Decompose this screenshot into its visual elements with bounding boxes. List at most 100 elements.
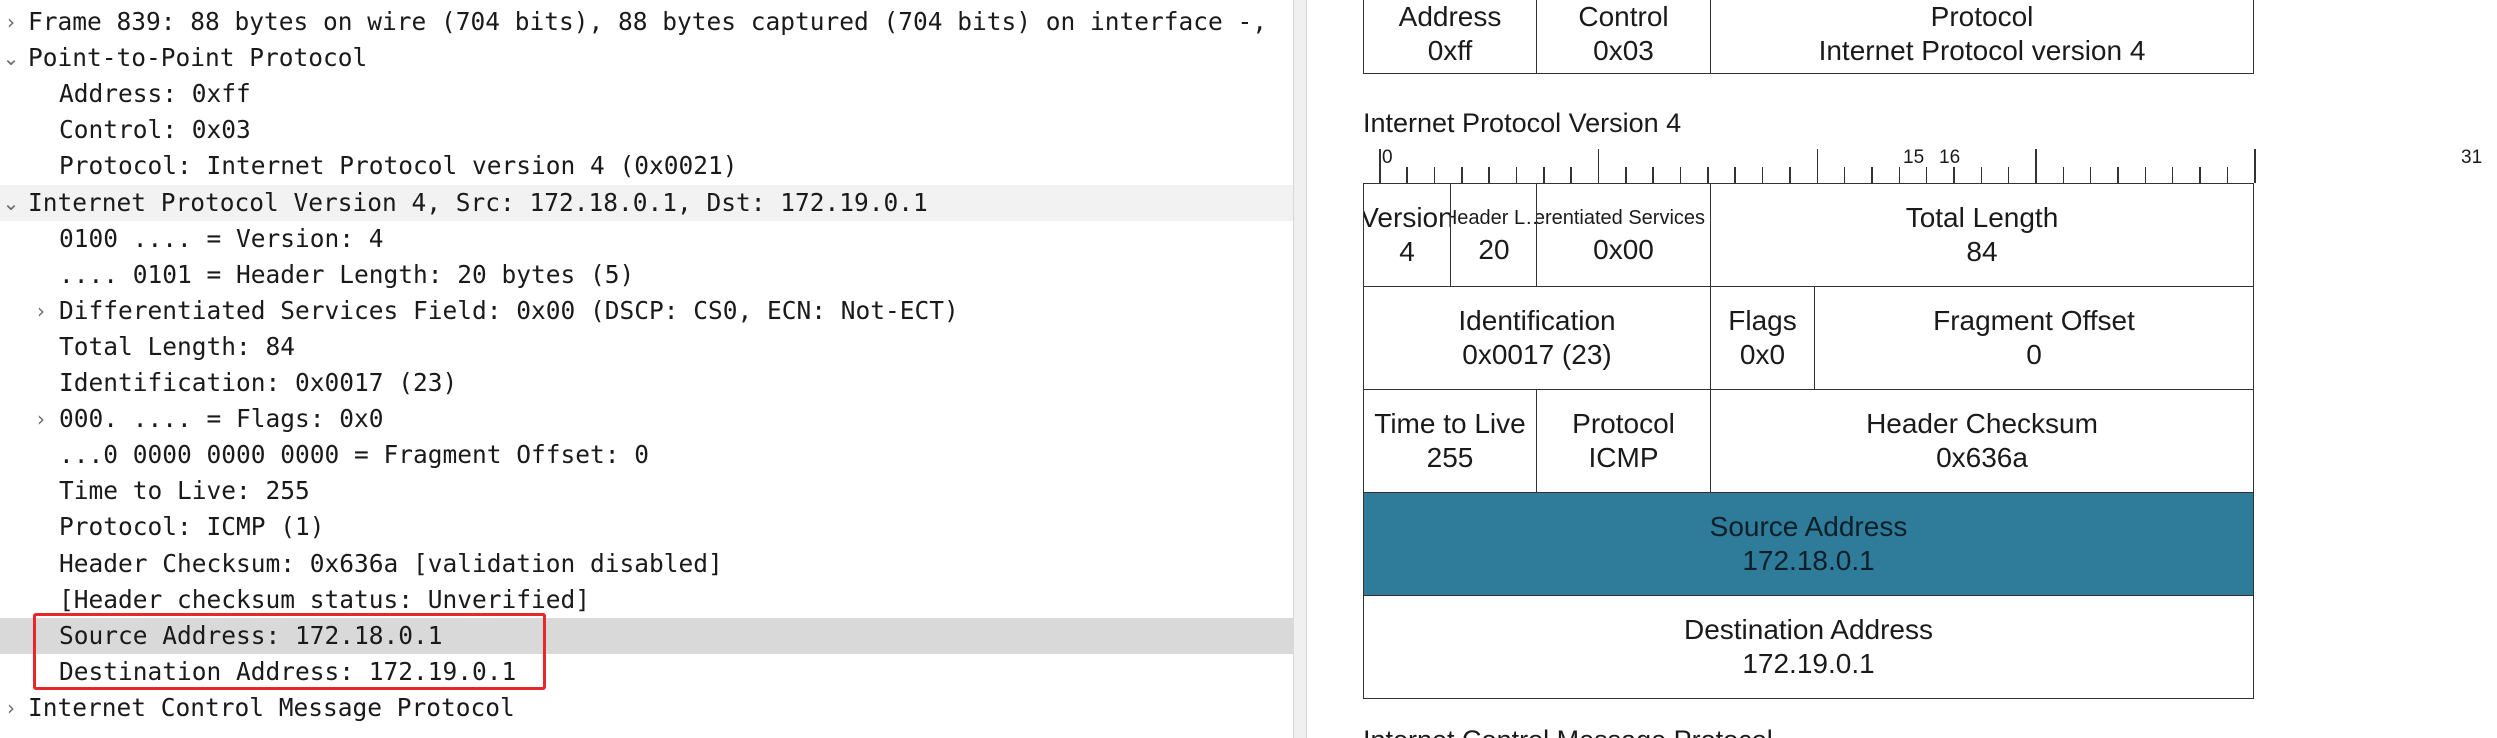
ruler-tick: [2254, 149, 2256, 183]
ruler-tick: [1761, 167, 1764, 183]
ip-field-protocol[interactable]: Protocol ICMP: [1536, 389, 1711, 493]
ruler-tick: [2035, 149, 2037, 183]
tree-row[interactable]: › 000. .... = Flags: 0x0: [0, 401, 1293, 437]
tree-row[interactable]: Address: 0xff: [0, 76, 1293, 112]
tree-row-label: Source Address: 172.18.0.1: [59, 621, 443, 650]
ip-field-total-length[interactable]: Total Length 84: [1710, 183, 2254, 287]
tree-row[interactable]: Source Address: 172.18.0.1: [0, 618, 1293, 654]
tree-row-label: Header Checksum: 0x636a [validation disa…: [59, 549, 723, 578]
ruler-tick: [1843, 167, 1846, 183]
ip-field-flags[interactable]: Flags 0x0: [1710, 286, 1815, 390]
ruler-tick: [2144, 167, 2147, 183]
field-name: Source Address: [1709, 511, 1908, 542]
tree-row-label: Point-to-Point Protocol: [28, 43, 368, 72]
ppp-field-control[interactable]: Control 0x03: [1536, 0, 1711, 74]
ruler-tick: [1652, 167, 1654, 183]
field-value: 0x636a: [1936, 442, 2028, 473]
tree-row[interactable]: › Differentiated Services Field: 0x00 (DS…: [0, 293, 1293, 329]
tree-row-label: Internet Control Message Protocol: [28, 693, 515, 722]
ruler-tick: [2089, 167, 2092, 183]
field-name: Header L…: [1451, 207, 1537, 229]
ruler-label-15: 15: [1903, 147, 1925, 168]
field-value: 0x03: [1593, 35, 1654, 66]
tree-row[interactable]: ⌄ Internet Protocol Version 4, Src: 172.1…: [0, 185, 1293, 221]
ip-field-identification[interactable]: Identification 0x0017 (23): [1363, 286, 1711, 390]
ruler-tick: [2226, 167, 2229, 183]
ip-field-ttl[interactable]: Time to Live 255: [1363, 389, 1537, 493]
field-name: Control: [1578, 1, 1669, 32]
ruler-tick: [1515, 167, 1518, 183]
tree-row-label: 0100 .... = Version: 4: [59, 224, 384, 253]
ip-field-source-address[interactable]: Source Address 172.18.0.1: [1363, 492, 2254, 596]
ruler-tick: [1789, 167, 1791, 183]
tree-row-label: Control: 0x03: [59, 115, 251, 144]
ppp-field-address[interactable]: Address 0xff: [1363, 0, 1537, 74]
tree-row[interactable]: › Frame 839: 88 bytes on wire (704 bits),…: [0, 4, 1293, 40]
field-value: Internet Protocol version 4: [1818, 35, 2146, 66]
tree-row-label: Protocol: Internet Protocol version 4 (0…: [59, 151, 738, 180]
field-name: Total Length: [1905, 202, 2059, 233]
pane-splitter[interactable]: [1293, 0, 1307, 738]
tree-row[interactable]: Control: 0x03: [0, 112, 1293, 148]
tree-row[interactable]: ...0 0000 0000 0000 = Fragment Offset: 0: [0, 437, 1293, 473]
ruler-tick: [1953, 167, 1955, 183]
ip-field-fragment-offset[interactable]: Fragment Offset 0: [1814, 286, 2254, 390]
ruler-tick: [1898, 167, 1901, 183]
tree-row-label: Internet Protocol Version 4, Src: 172.18…: [28, 188, 928, 217]
field-value: ICMP: [1588, 442, 1659, 473]
packet-details-tree: › Frame 839: 88 bytes on wire (704 bits),…: [0, 0, 1293, 738]
ip-field-header-checksum[interactable]: Header Checksum 0x636a: [1710, 389, 2254, 493]
tree-row-label: Differentiated Services Field: 0x00 (DSC…: [59, 296, 959, 325]
tree-row[interactable]: [Header checksum status: Unverified]: [0, 582, 1293, 618]
field-value: 172.18.0.1: [1742, 545, 1875, 576]
field-value: 0x00: [1593, 234, 1654, 265]
ruler-tick: [1707, 167, 1709, 183]
tree-row[interactable]: Protocol: Internet Protocol version 4 (0…: [0, 148, 1293, 184]
tree-row-label: Frame 839: 88 bytes on wire (704 bits), …: [28, 7, 1268, 36]
expand-arrow-icon[interactable]: ›: [32, 401, 50, 437]
tree-row[interactable]: Time to Live: 255: [0, 473, 1293, 509]
field-name: Fragment Offset: [1933, 305, 2135, 336]
tree-row[interactable]: ⌄ Point-to-Point Protocol: [0, 40, 1293, 76]
tree-row[interactable]: Protocol: ICMP (1): [0, 509, 1293, 545]
tree-row[interactable]: Total Length: 84: [0, 329, 1293, 365]
field-name: Header Checksum: [1866, 408, 2098, 439]
field-value: 255: [1426, 442, 1474, 473]
ruler-tick: [1679, 167, 1682, 183]
ruler-tick: [1543, 167, 1545, 183]
field-value: 0x0017 (23): [1462, 339, 1612, 370]
collapse-arrow-icon[interactable]: ⌄: [2, 185, 20, 221]
tree-row[interactable]: Identification: 0x0017 (23): [0, 365, 1293, 401]
expand-arrow-icon[interactable]: ›: [32, 293, 50, 329]
ip-field-destination-address[interactable]: Destination Address 172.19.0.1: [1363, 595, 2254, 699]
field-name: Protocol: [1572, 408, 1675, 439]
ppp-field-protocol[interactable]: Protocol Internet Protocol version 4: [1710, 0, 2254, 74]
ruler-tick: [2062, 167, 2065, 183]
expand-arrow-icon[interactable]: ›: [2, 4, 20, 40]
tree-row[interactable]: Destination Address: 172.19.0.1: [0, 654, 1293, 690]
ip-field-version[interactable]: Version 4: [1363, 183, 1451, 287]
tree-row-label: ...0 0000 0000 0000 = Fragment Offset: 0: [59, 440, 650, 469]
ruler-label-0: 0: [1382, 147, 1393, 168]
field-value: 84: [1966, 236, 1998, 267]
tree-row[interactable]: 0100 .... = Version: 4: [0, 221, 1293, 257]
field-name: Protocol: [1930, 1, 2034, 32]
ruler-tick: [1980, 167, 1983, 183]
field-name: Flags: [1728, 305, 1797, 336]
ruler-tick: [2199, 167, 2201, 183]
expand-arrow-icon[interactable]: ›: [2, 690, 20, 726]
ruler-tick: [1625, 167, 1627, 183]
field-name: Differentiated Services F…: [1537, 207, 1710, 229]
tree-row[interactable]: .... 0101 = Header Length: 20 bytes (5): [0, 257, 1293, 293]
ip-field-header-length[interactable]: Header L… 20: [1450, 183, 1538, 287]
tree-row[interactable]: Header Checksum: 0x636a [validation disa…: [0, 546, 1293, 582]
tree-row[interactable]: › Internet Control Message Protocol: [0, 690, 1293, 726]
ruler-tick: [1925, 167, 1928, 183]
ip-field-dscp[interactable]: Differentiated Services F… 0x00: [1536, 183, 1711, 287]
tree-row-label: Address: 0xff: [59, 79, 251, 108]
field-value: 4: [1399, 236, 1415, 267]
collapse-arrow-icon[interactable]: ⌄: [2, 40, 20, 76]
tree-row-label: Total Length: 84: [59, 332, 296, 361]
ruler-label-16: 16: [1939, 147, 1961, 168]
bit-ruler: 0 15 16 31: [1379, 147, 2487, 183]
